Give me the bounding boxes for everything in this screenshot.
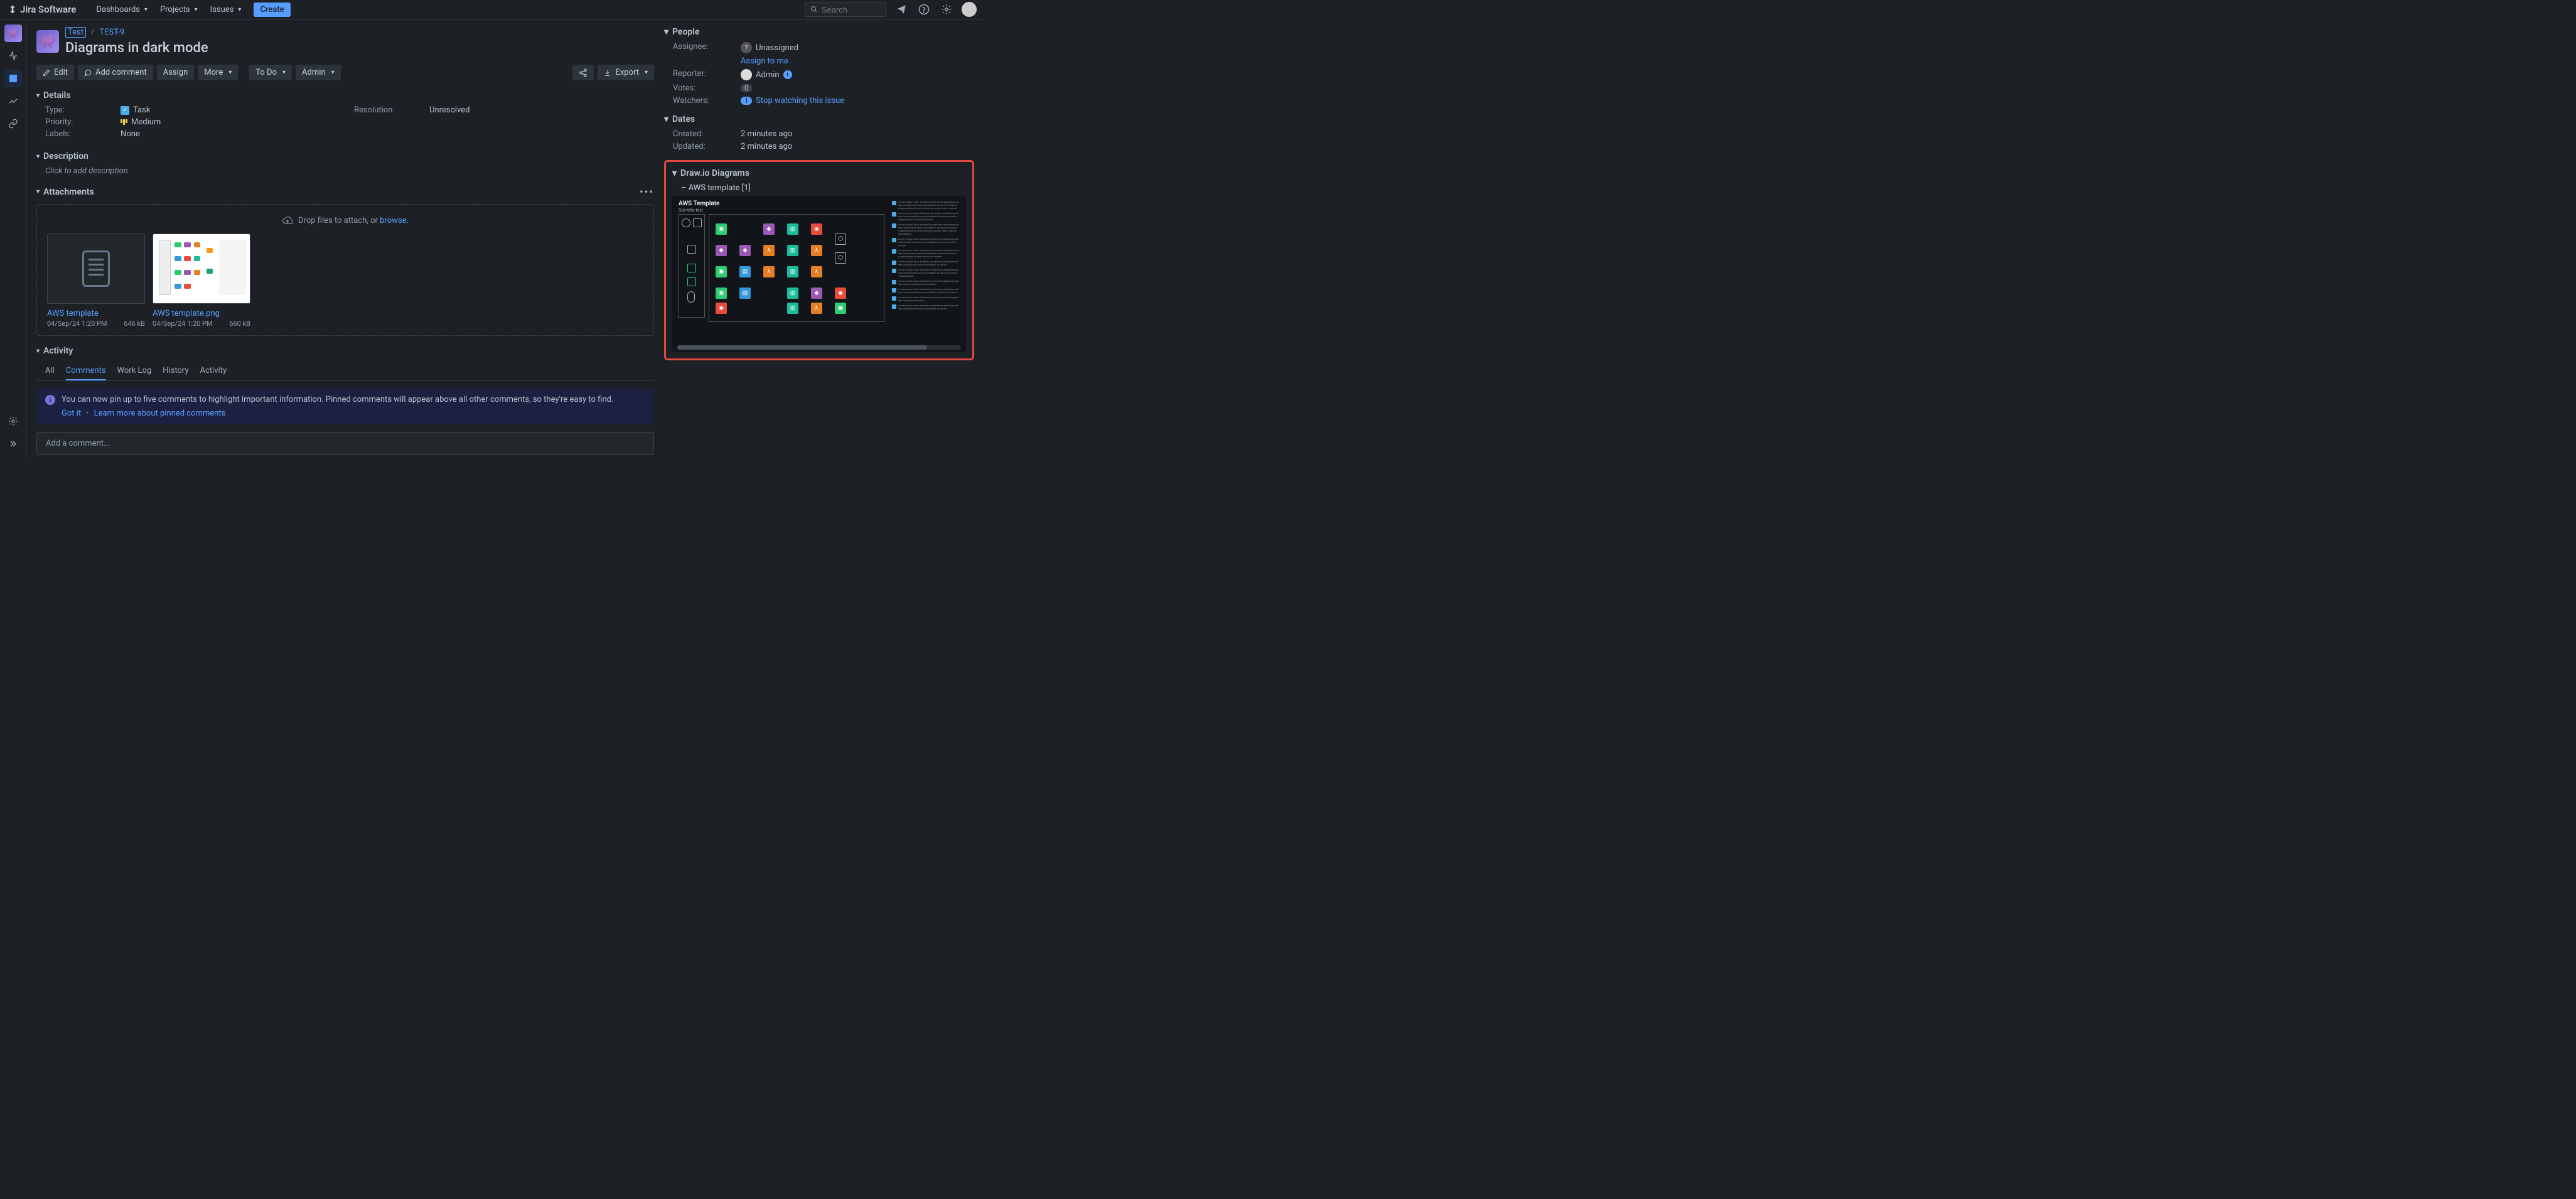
attachment-name-link[interactable]: AWS template.png (153, 309, 250, 318)
breadcrumb: Test / TEST-9 (65, 27, 208, 38)
assign-to-me-link[interactable]: Assign to me (741, 56, 788, 66)
more-button[interactable]: More (198, 65, 238, 80)
sidebar-settings-icon[interactable] (4, 412, 22, 430)
breadcrumb-issue-link[interactable]: TEST-9 (99, 28, 124, 37)
nav-issues[interactable]: Issues (205, 3, 247, 17)
project-avatar[interactable]: 👾 (36, 30, 59, 53)
pinned-comments-banner: i You can now pin up to five comments to… (36, 389, 654, 424)
resolution-value: Unresolved (429, 105, 470, 115)
tab-work-log[interactable]: Work Log (117, 362, 152, 380)
description-section-header[interactable]: ▾Description (36, 151, 654, 161)
drawio-diagram-preview[interactable]: AWS TemplateSub-title text ▣ ◆ ▣ ▣ (672, 196, 966, 352)
sidebar-reports-icon[interactable] (4, 92, 22, 110)
sidebar-expand-icon[interactable] (4, 435, 22, 453)
votes-badge: 0 (741, 84, 752, 92)
got-it-link[interactable]: Got it (62, 409, 81, 418)
issue-right-panel: ▾People Assignee:?Unassigned Assign to m… (664, 19, 984, 458)
issue-main-panel: 👾 Test / TEST-9 Diagrams in dark mode Ed… (26, 19, 664, 458)
priority-label: Priority: (45, 117, 121, 127)
diagram-thumbnail (153, 234, 250, 303)
type-label: Type: (45, 105, 121, 115)
edit-button[interactable]: Edit (36, 65, 74, 80)
task-type-icon: ✓ (121, 106, 129, 115)
reporter-avatar-icon (741, 69, 752, 80)
search-box[interactable] (805, 3, 886, 17)
diagram-legend-text: Lorem ipsum dolor sit amet consectetur a… (892, 200, 962, 343)
attachment-name-link[interactable]: AWS template (47, 309, 145, 318)
sidebar-project-icon[interactable]: 👾 (4, 24, 22, 42)
share-button[interactable] (572, 65, 594, 80)
unassigned-avatar-icon: ? (741, 42, 752, 53)
pencil-icon (43, 69, 50, 77)
drawio-highlight-box: ▾Draw.io Diagrams – AWS template [1] AWS… (664, 160, 974, 360)
priority-icon (121, 119, 127, 125)
comment-icon (84, 69, 92, 77)
create-button[interactable]: Create (254, 3, 290, 17)
export-icon (604, 69, 611, 77)
assign-button[interactable]: Assign (157, 65, 195, 80)
attachments-dropzone[interactable]: Drop files to attach, or browse. AWS tem… (36, 204, 654, 336)
sidebar-activity-icon[interactable] (4, 47, 22, 65)
watchers-badge: 1 (741, 97, 752, 105)
help-icon[interactable] (916, 2, 931, 17)
learn-more-link[interactable]: Learn more about pinned comments (94, 409, 226, 418)
browse-link[interactable]: browse (380, 216, 406, 225)
top-navigation-bar: Jira Software Dashboards Projects Issues… (0, 0, 984, 19)
status-dropdown[interactable]: To Do (249, 65, 292, 80)
nav-dashboards[interactable]: Dashboards (91, 3, 153, 17)
priority-value: Medium (131, 117, 161, 127)
description-placeholder[interactable]: Click to add description (36, 166, 654, 176)
issue-title: Diagrams in dark mode (65, 40, 208, 56)
feedback-icon[interactable] (894, 2, 909, 17)
add-comment-button[interactable]: Add comment (78, 65, 153, 80)
drawio-section-header[interactable]: ▾Draw.io Diagrams (672, 168, 966, 178)
attachment-card[interactable]: AWS template.png 04/Sep/24 1:20 PM660 kB (153, 234, 250, 328)
export-button[interactable]: Export (598, 65, 654, 80)
sidebar-link-icon[interactable] (4, 115, 22, 132)
jira-logo[interactable]: Jira Software (8, 4, 76, 15)
attachments-menu-icon[interactable]: ••• (640, 186, 654, 198)
logo-text: Jira Software (20, 4, 76, 15)
attachment-card[interactable]: AWS template 04/Sep/24 1:20 PM646 kB (47, 234, 145, 328)
settings-gear-icon[interactable] (939, 2, 954, 17)
info-icon: i (45, 395, 55, 405)
labels-label: Labels: (45, 129, 121, 139)
share-icon (579, 68, 588, 77)
tab-history[interactable]: History (163, 362, 188, 380)
search-input[interactable] (822, 5, 881, 14)
document-icon (82, 250, 110, 287)
type-value: Task (133, 105, 150, 115)
breadcrumb-project-link[interactable]: Test (65, 27, 86, 38)
sidebar-board-icon[interactable] (4, 70, 22, 87)
diagram-scrollbar[interactable] (677, 345, 961, 350)
admin-dropdown[interactable]: Admin (296, 65, 341, 80)
resolution-label: Resolution: (354, 105, 429, 115)
stop-watching-link[interactable]: Stop watching this issue (756, 96, 844, 105)
activity-section-header[interactable]: ▾Activity (36, 346, 654, 356)
people-section-header[interactable]: ▾People (664, 27, 974, 37)
nav-projects[interactable]: Projects (155, 3, 203, 17)
user-avatar[interactable] (962, 2, 977, 17)
tab-all[interactable]: All (45, 362, 55, 380)
search-icon (810, 5, 818, 14)
tab-comments[interactable]: Comments (66, 362, 106, 380)
dates-section-header[interactable]: ▾Dates (664, 114, 974, 124)
cloud-upload-icon (282, 215, 293, 226)
details-section-header[interactable]: ▾Details (36, 90, 654, 100)
comment-input[interactable]: Add a comment... (36, 432, 654, 455)
tab-activity[interactable]: Activity (200, 362, 227, 380)
drawio-diagram-link[interactable]: – AWS template [1] (672, 183, 966, 193)
labels-value: None (121, 129, 140, 139)
reporter-info-icon[interactable]: i (783, 70, 792, 79)
left-sidebar: 👾 (0, 19, 26, 458)
attachments-section-header[interactable]: ▾Attachments ••• (36, 186, 654, 198)
